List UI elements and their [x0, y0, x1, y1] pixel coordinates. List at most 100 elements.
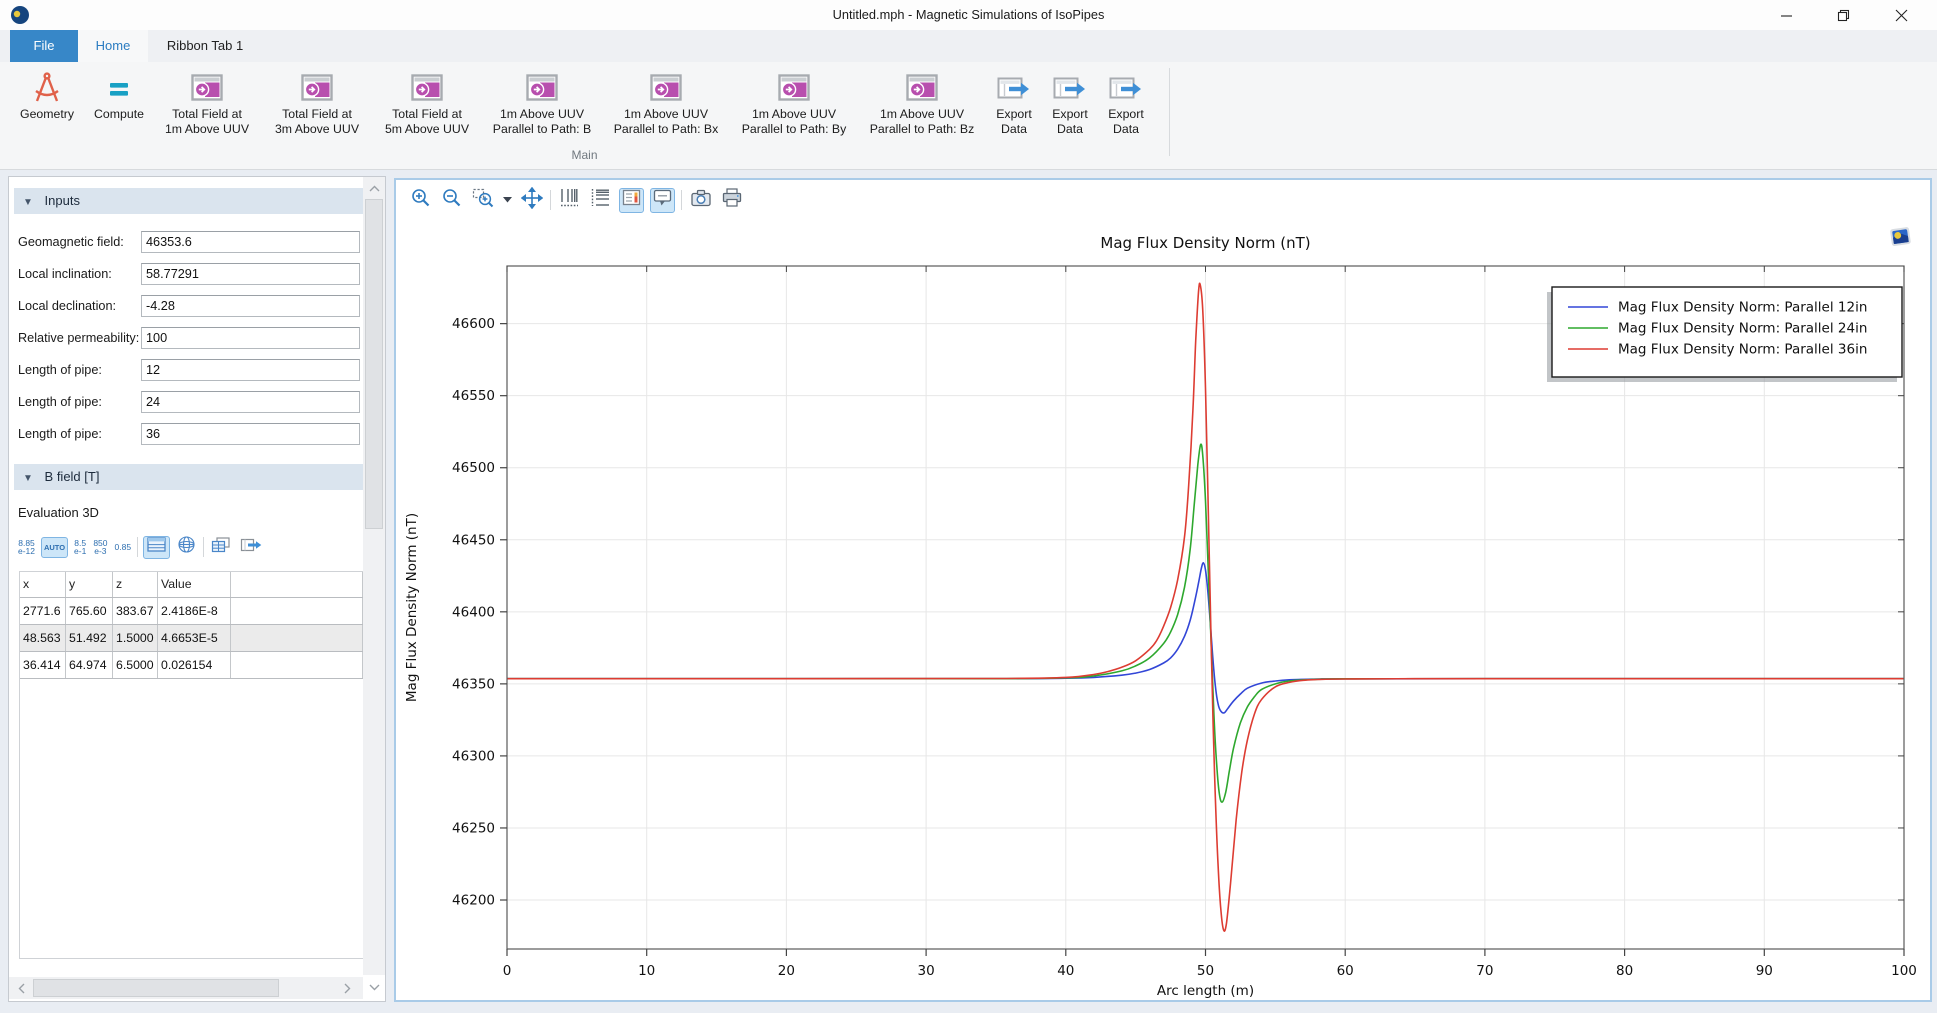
y-axis-log-scale-button[interactable]: [588, 188, 613, 213]
sphere-view-icon: [177, 535, 196, 559]
table-header-Value[interactable]: Value: [158, 572, 231, 597]
restore-button[interactable]: [1821, 0, 1865, 30]
vscrollbar-thumb[interactable]: [365, 199, 383, 529]
ribbon-button-label: Total Field at3m Above UUV: [264, 104, 370, 137]
table-row[interactable]: 2771.6765.60383.672.4186E-8: [20, 598, 363, 625]
section-header-inputs[interactable]: ▼ Inputs: [14, 188, 363, 214]
input-length-of-pipe-4[interactable]: [141, 359, 360, 381]
table-header-z[interactable]: z: [113, 572, 158, 597]
plot-window-icon: [154, 66, 260, 104]
table-header-row: xyzValue: [20, 572, 363, 598]
table-cell[interactable]: 383.67: [113, 598, 158, 624]
zoom-in-icon: [410, 187, 431, 213]
table-cell[interactable]: 36.414: [20, 652, 66, 678]
table-toolbar: 8.85e-12 AUTO 8.5e-1 850e-3 0.85: [17, 533, 264, 561]
table-cell[interactable]: 48.563: [20, 625, 66, 651]
section-header-bfield[interactable]: ▼ B field [T]: [14, 464, 363, 490]
table-view-icon: [147, 537, 166, 557]
engineering-notation-button[interactable]: 850e-3: [92, 537, 108, 558]
input-length-of-pipe-6[interactable]: [141, 423, 360, 445]
print-button[interactable]: [719, 188, 744, 213]
field-label: Length of pipe:: [18, 363, 102, 377]
table-header-y[interactable]: y: [66, 572, 113, 597]
table-header-x[interactable]: x: [20, 572, 66, 597]
plot-window-icon: [604, 66, 728, 104]
input-length-of-pipe-5[interactable]: [141, 391, 360, 413]
table-cell[interactable]: 765.60: [66, 598, 113, 624]
plot-window-icon: [484, 66, 600, 104]
export-table-button[interactable]: [238, 535, 264, 560]
input-relative-permeability-3[interactable]: [141, 327, 360, 349]
zoom-box-icon: [472, 187, 494, 213]
table-cell[interactable]: 1.5000: [113, 625, 158, 651]
ribbon-button-label: Total Field at5m Above UUV: [374, 104, 480, 137]
compass-icon: [10, 66, 84, 104]
input-local-declination-2[interactable]: [141, 295, 360, 317]
ribbon-button-label: Total Field at1m Above UUV: [154, 104, 260, 137]
graphics-toolbar: [396, 180, 1930, 220]
input-local-inclination-1[interactable]: [141, 263, 360, 285]
image-snapshot-button[interactable]: [688, 188, 713, 213]
x-tick-label: 40: [1057, 963, 1074, 979]
collapse-triangle-icon: ▼: [23, 473, 33, 484]
table-cell[interactable]: [231, 598, 363, 624]
chart-title: Mag Flux Density Norm (nT): [1100, 234, 1310, 252]
table-cell[interactable]: 51.492: [66, 625, 113, 651]
table-cell[interactable]: 2771.6: [20, 598, 66, 624]
scroll-up-arrow-icon[interactable]: [363, 179, 385, 197]
close-button[interactable]: [1879, 0, 1923, 30]
line-chart[interactable]: 0102030405060708090100462004625046300463…: [396, 220, 1930, 1000]
hscrollbar-thumb[interactable]: [33, 979, 279, 997]
scroll-left-arrow-icon[interactable]: [11, 977, 31, 999]
copy-table-button[interactable]: [209, 535, 233, 560]
table-surface-view-button[interactable]: [175, 533, 198, 561]
table-row[interactable]: 36.41464.9746.50000.026154: [20, 652, 363, 679]
toolbar-divider: [137, 537, 138, 557]
legend-label: Mag Flux Density Norm: Parallel 36in: [1618, 342, 1867, 358]
x-axis-log-scale-button[interactable]: [557, 188, 582, 213]
table-row[interactable]: 48.56351.4921.50004.6653E-5: [20, 625, 363, 652]
plot-canvas[interactable]: 0102030405060708090100462004625046300463…: [396, 220, 1930, 1000]
automatic-notation-button[interactable]: AUTO: [41, 537, 68, 558]
tab-ribbon-tab-1[interactable]: Ribbon Tab 1: [148, 30, 262, 62]
tab-file[interactable]: File: [10, 30, 78, 62]
ribbon-button-label: ExportData: [1100, 104, 1152, 137]
table-cell[interactable]: [231, 625, 363, 651]
x-tick-label: 100: [1891, 963, 1917, 979]
table-cell[interactable]: [231, 652, 363, 678]
table-cell[interactable]: 64.974: [66, 652, 113, 678]
minimize-button[interactable]: [1764, 0, 1808, 30]
zoom-extents-button[interactable]: [519, 188, 544, 213]
table-view-button[interactable]: [143, 536, 170, 559]
x-tick-label: 80: [1616, 963, 1633, 979]
table-cell[interactable]: 6.5000: [113, 652, 158, 678]
scientific-notation-button[interactable]: 8.5e-1: [73, 537, 87, 558]
zoom-box-dropdown-arrow[interactable]: [501, 188, 513, 213]
evaluation-table: xyzValue2771.6765.60383.672.4186E-848.56…: [19, 571, 364, 959]
table-cell[interactable]: 4.6653E-5: [158, 625, 231, 651]
decimal-notation-button[interactable]: 0.85: [114, 541, 133, 554]
x-tick-label: 30: [918, 963, 935, 979]
table-cell[interactable]: 0.026154: [158, 652, 231, 678]
full-precision-button[interactable]: 8.85e-12: [17, 537, 36, 558]
zoom-box-button[interactable]: [470, 188, 495, 213]
scroll-right-arrow-icon[interactable]: [337, 977, 357, 999]
zoom-out-button[interactable]: [439, 188, 464, 213]
title-bar: Untitled.mph - Magnetic Simulations of I…: [0, 0, 1937, 30]
scroll-down-arrow-icon[interactable]: [363, 977, 385, 997]
table-cell[interactable]: 2.4186E-8: [158, 598, 231, 624]
comsol-plot-logo-icon: [1888, 224, 1914, 250]
ribbon: GeometryComputeTotal Field at1m Above UU…: [0, 62, 1937, 170]
show-legends-button[interactable]: [619, 188, 644, 213]
table-header-spacer[interactable]: [231, 572, 363, 597]
input-geomagnetic-field-0[interactable]: [141, 231, 360, 253]
y-tick-label: 46400: [452, 604, 495, 620]
graph-tooltip-button[interactable]: [650, 188, 675, 213]
x-axis-label: Arc length (m): [1157, 983, 1254, 999]
tab-home[interactable]: Home: [78, 30, 148, 62]
zoom-in-button[interactable]: [408, 188, 433, 213]
field-label: Relative permeability:: [18, 331, 139, 345]
copy-table-icon: [211, 537, 231, 558]
ribbon-button-label: ExportData: [1044, 104, 1096, 137]
x-tick-label: 70: [1476, 963, 1493, 979]
